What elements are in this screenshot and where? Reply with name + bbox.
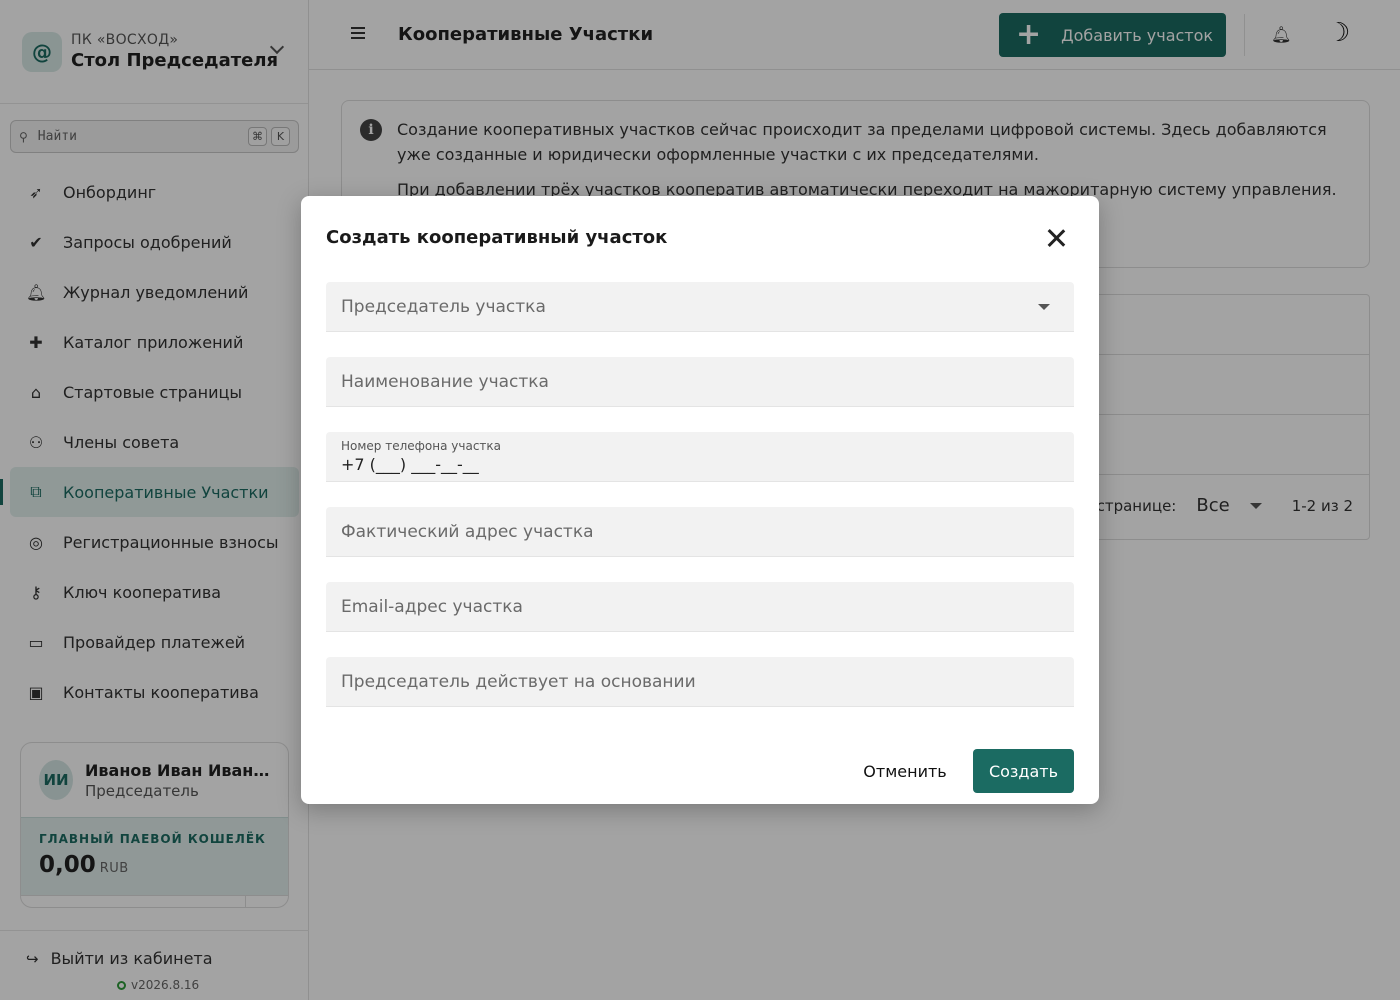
- cancel-button[interactable]: Отменить: [849, 749, 961, 793]
- basis-wrapper: [326, 657, 1074, 707]
- email-wrapper: [326, 582, 1074, 632]
- branch-name-wrapper: [326, 357, 1074, 407]
- chevron-down-icon[interactable]: [1038, 304, 1050, 310]
- close-icon[interactable]: [1045, 227, 1067, 249]
- branch-name-field[interactable]: [326, 357, 1074, 406]
- basis-field[interactable]: [326, 657, 1074, 706]
- address-wrapper: [326, 507, 1074, 557]
- dialog-title: Создать кооперативный участок: [326, 227, 668, 248]
- phone-label: Номер телефона участка: [341, 439, 502, 453]
- create-button[interactable]: Создать: [973, 749, 1074, 793]
- phone-wrapper: Номер телефона участка: [326, 432, 1074, 482]
- email-field[interactable]: [326, 582, 1074, 631]
- chairman-select[interactable]: [326, 282, 1074, 332]
- address-field[interactable]: [326, 507, 1074, 556]
- create-branch-dialog: Создать кооперативный участок Номер теле…: [301, 196, 1099, 804]
- chairman-field[interactable]: [326, 282, 1074, 331]
